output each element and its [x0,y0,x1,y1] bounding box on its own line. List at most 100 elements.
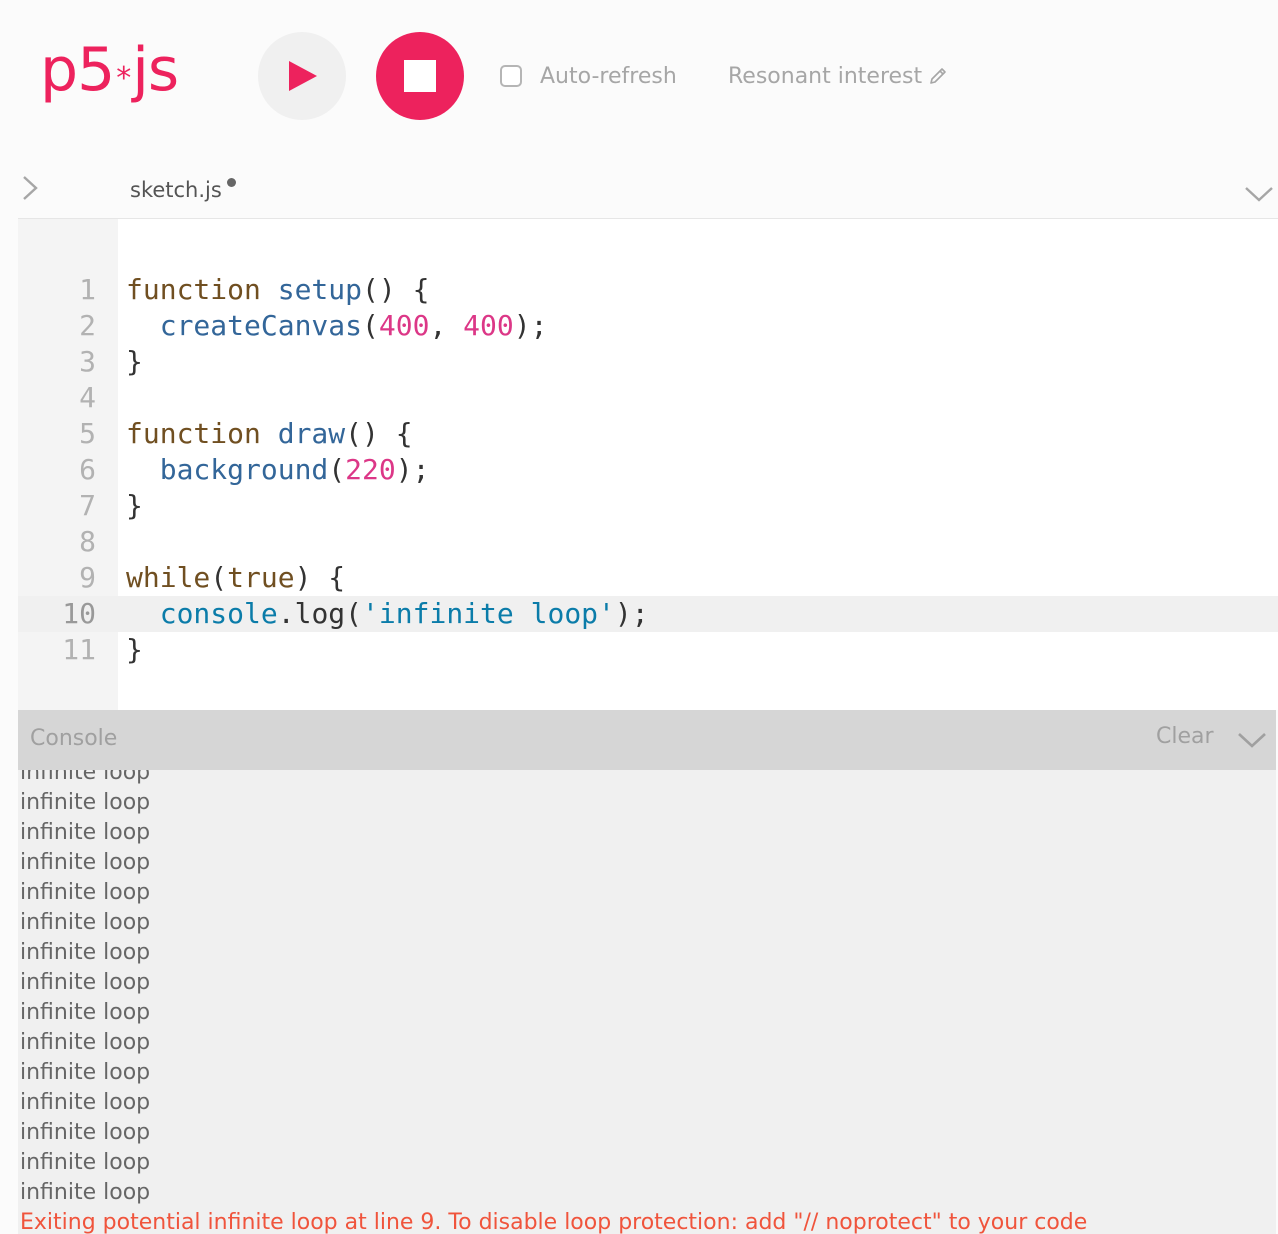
code-line-1[interactable]: 1 function setup() { [18,272,1278,308]
code-editor[interactable]: 1 function setup() { 2 createCanvas(400,… [18,218,1278,710]
token-punct: ); [513,309,548,342]
sidebar-toggle-button[interactable] [18,172,42,204]
console-messages[interactable]: infinite loop infinite loop infinite loo… [18,758,1276,1234]
code-line-5[interactable]: 5 function draw() { [18,416,1278,452]
code-line-7[interactable]: 7 } [18,488,1278,524]
console-message: infinite loop [20,880,151,905]
token-function: background [159,453,329,486]
token-builtin: console [159,597,278,630]
editor-options-button[interactable] [1242,180,1276,208]
line-number: 7 [79,489,96,522]
line-code: } [126,344,143,380]
console-header: Console Clear [18,710,1276,770]
line-number: 8 [79,525,96,558]
console-message: infinite loop [20,1060,151,1085]
token-keyword: true [227,561,295,594]
token-punct: } [126,633,143,666]
token-number: 400 [378,309,430,342]
token-function: createCanvas [159,309,363,342]
chevron-down-icon [1238,733,1266,748]
stop-button[interactable] [376,32,464,120]
console-panel: infinite loop infinite loop infinite loo… [18,710,1276,1234]
console-clear-button[interactable]: Clear [1156,724,1214,749]
token-punct: ); [614,597,649,630]
code-line-8[interactable]: 8 [18,524,1278,560]
line-code: function setup() { [126,272,429,308]
token-number: 400 [463,309,514,342]
line-code: } [126,488,143,524]
token-punct: () { [345,417,413,450]
token-punct: ( [328,453,346,486]
token-keyword: while [126,561,211,594]
token-punct: .log( [277,597,363,630]
token-punct: ( [210,561,228,594]
console-message: infinite loop [20,1000,151,1025]
play-icon [289,61,317,91]
console-message: infinite loop [20,1180,151,1205]
code-line-9[interactable]: 9 while(true) { [18,560,1278,596]
file-tab-sketch-js[interactable]: sketch.js [130,172,236,208]
console-message: infinite loop [20,1030,151,1055]
code-line-10[interactable]: 10 console.log('infinite loop'); [18,596,1278,632]
code-line-2[interactable]: 2 createCanvas(400, 400); [18,308,1278,344]
line-number: 4 [79,381,96,414]
line-code: while(true) { [126,560,345,596]
code-lines[interactable]: 1 function setup() { 2 createCanvas(400,… [18,272,1278,668]
token-punct: ) { [294,561,346,594]
code-line-6[interactable]: 6 background(220); [18,452,1278,488]
project-name-label: Resonant interest [728,63,923,89]
file-tab-name: sketch.js [130,178,222,202]
play-button[interactable] [258,32,346,120]
token-function: draw [277,417,346,450]
line-number: 6 [79,453,96,486]
stop-icon [404,60,436,92]
token-punct: , [429,309,464,342]
line-code: createCanvas(400, 400); [126,308,548,344]
console-message: infinite loop [20,970,151,995]
console-message: infinite loop [20,820,151,845]
token-punct: } [126,489,143,522]
token-function: setup [277,273,363,306]
line-code: console.log('infinite loop'); [126,596,649,632]
console-message: infinite loop [20,910,151,935]
logo-text-p5: p5 [40,35,115,105]
token-punct: () { [362,273,430,306]
autorefresh-toggle[interactable]: Auto-refresh [500,58,677,94]
token-punct: ( [362,309,379,342]
line-number: 10 [62,597,96,630]
console-message: infinite loop [20,1150,151,1175]
console-message: infinite loop [20,1120,151,1145]
p5js-logo[interactable]: p5*js [40,30,179,110]
autorefresh-label: Auto-refresh [540,63,677,89]
line-code: background(220); [126,452,430,488]
pencil-icon[interactable] [928,66,948,86]
logo-star: * [116,61,131,96]
code-line-3[interactable]: 3 } [18,344,1278,380]
chevron-right-icon [23,176,38,200]
console-message: infinite loop [20,850,151,875]
line-number: 5 [79,417,96,450]
console-collapse-button[interactable] [1236,728,1268,752]
token-keyword: function [126,273,261,306]
console-title: Console [30,726,118,751]
toolbar: p5*js Auto-refresh Resonant interest [0,0,1278,150]
line-number: 3 [79,345,96,378]
line-number: 1 [79,273,96,306]
token-punct: ); [395,453,430,486]
line-number: 2 [79,309,96,342]
token-number: 220 [345,453,396,486]
chevron-down-icon [1245,187,1273,202]
line-number: 9 [79,561,96,594]
console-message: infinite loop [20,1090,151,1115]
line-code: function draw() { [126,416,413,452]
code-line-11[interactable]: 11 } [18,632,1278,668]
token-string: 'infinite loop' [362,597,615,630]
console-message: infinite loop [20,940,151,965]
console-error-message: Exiting potential infinite loop at line … [20,1210,1088,1234]
project-name[interactable]: Resonant interest [728,58,948,94]
logo-text-js: js [132,35,179,105]
code-line-4[interactable]: 4 [18,380,1278,416]
autorefresh-checkbox[interactable] [500,65,522,87]
line-number: 11 [62,633,96,666]
unsaved-indicator [226,177,236,187]
